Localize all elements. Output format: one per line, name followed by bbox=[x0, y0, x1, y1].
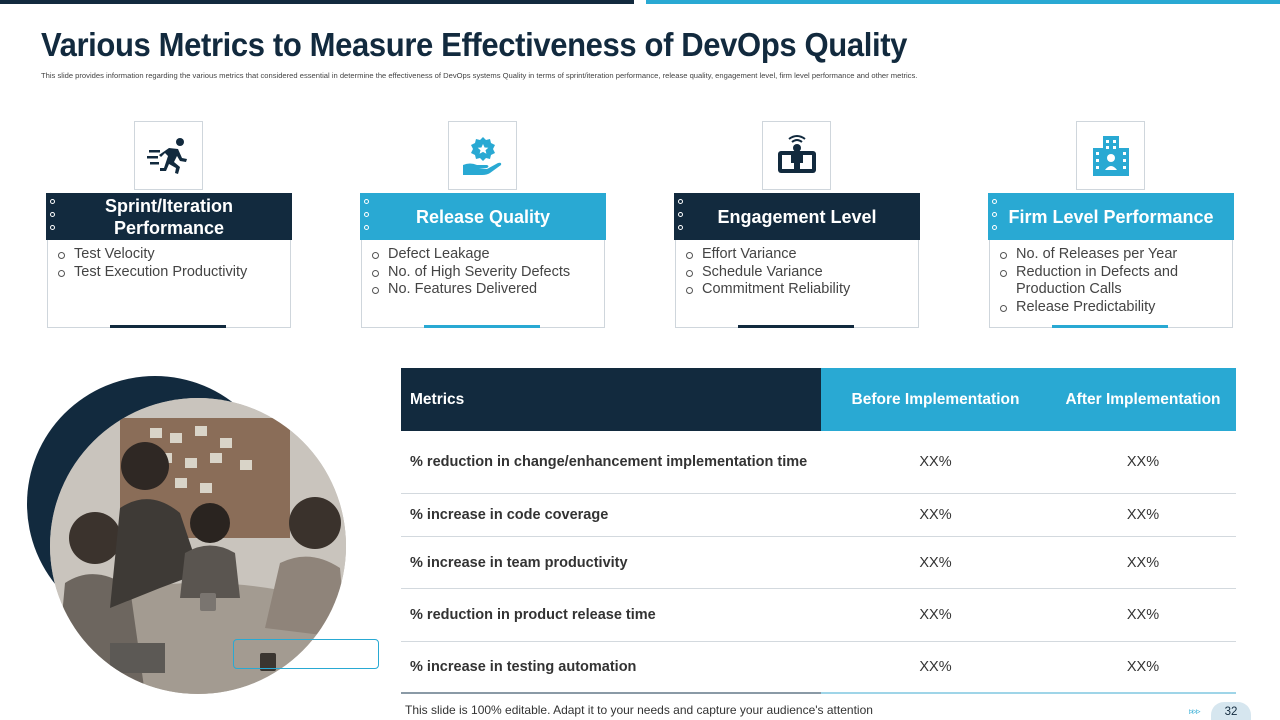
icon-frame bbox=[448, 121, 517, 190]
card-list-item: No. of Releases per Year bbox=[998, 246, 1224, 264]
metric-cell: % reduction in change/enhancement implem… bbox=[410, 454, 808, 470]
before-cell: XX% bbox=[919, 454, 952, 470]
after-cell: XX% bbox=[1126, 659, 1160, 675]
running-person-icon bbox=[146, 137, 187, 174]
footer-note: This slide is 100% editable. Adapt it to… bbox=[405, 703, 873, 717]
table-bottom-line-light bbox=[821, 692, 1236, 694]
before-cell: XX% bbox=[919, 507, 952, 523]
card-underline bbox=[424, 325, 540, 328]
card-list-item: Test Execution Productivity bbox=[56, 264, 282, 282]
bullet-dots bbox=[50, 199, 55, 230]
card-list-item: Effort Variance bbox=[684, 246, 910, 264]
card-title: Sprint/Iteration Performance bbox=[104, 195, 233, 238]
card-body: Effort Variance Schedule Variance Commit… bbox=[675, 240, 919, 328]
after-cell: XX% bbox=[1126, 454, 1160, 470]
forward-arrows-icon[interactable]: ▹▹▹ bbox=[1189, 706, 1201, 717]
table-row: % increase in code coverage XX% XX% bbox=[401, 494, 1236, 537]
table-bottom-line-dark bbox=[401, 692, 821, 694]
card-title: Firm Level Performance bbox=[1008, 206, 1214, 227]
card-list-item: Defect Leakage bbox=[370, 246, 596, 264]
card-body: No. of Releases per Year Reduction in De… bbox=[989, 240, 1233, 328]
building-icon bbox=[1092, 135, 1129, 176]
metric-cell: % increase in testing automation bbox=[410, 659, 637, 675]
card-list-item: Schedule Variance bbox=[684, 264, 910, 282]
icon-frame bbox=[762, 121, 831, 190]
card-header: Engagement Level bbox=[674, 193, 920, 240]
table-row: % reduction in product release time XX% … bbox=[401, 589, 1236, 642]
top-accent-bar-light bbox=[646, 0, 1280, 4]
metric-card-firm: Firm Level Performance No. of Releases p… bbox=[988, 121, 1234, 329]
card-list-item: Commitment Reliability bbox=[684, 281, 910, 299]
card-list-item: Test Velocity bbox=[56, 246, 282, 264]
icon-frame bbox=[1076, 121, 1145, 190]
hand-badge-icon bbox=[462, 136, 501, 175]
bullet-dots bbox=[992, 199, 997, 230]
person-device-icon bbox=[777, 134, 816, 173]
card-title: Engagement Level bbox=[717, 206, 877, 227]
column-header-metrics: Metrics bbox=[401, 368, 821, 431]
card-list-item: Reduction in Defects and Production Call… bbox=[998, 264, 1224, 299]
card-list-item: Release Predictability bbox=[998, 299, 1224, 317]
bullet-dots bbox=[364, 199, 369, 230]
table-row: % increase in team productivity XX% XX% bbox=[401, 537, 1236, 589]
table-row: % increase in testing automation XX% XX% bbox=[401, 642, 1236, 692]
before-cell: XX% bbox=[919, 607, 952, 623]
after-cell: XX% bbox=[1126, 607, 1160, 623]
card-header: Firm Level Performance bbox=[988, 193, 1234, 240]
after-cell: XX% bbox=[1126, 507, 1160, 523]
card-underline bbox=[1052, 325, 1168, 328]
metric-card-engagement: Engagement Level Effort Variance Schedul… bbox=[674, 121, 920, 329]
metric-cell: % increase in code coverage bbox=[410, 507, 609, 523]
card-body: Defect Leakage No. of High Severity Defe… bbox=[361, 240, 605, 328]
card-list-item: No. Features Delivered bbox=[370, 281, 596, 299]
metric-cell: % increase in team productivity bbox=[410, 554, 628, 571]
slide-title: Various Metrics to Measure Effectiveness… bbox=[41, 26, 908, 63]
metric-card-sprint: Sprint/Iteration Performance Test Veloci… bbox=[46, 121, 292, 329]
column-header-after: After Implementation bbox=[1050, 368, 1236, 431]
metric-card-release: Release Quality Defect Leakage No. of Hi… bbox=[360, 121, 606, 329]
decorative-outline-box bbox=[233, 639, 379, 669]
metric-cell: % reduction in product release time bbox=[410, 607, 656, 623]
card-header: Release Quality bbox=[360, 193, 606, 240]
metrics-table: Metrics Before Implementation After Impl… bbox=[401, 368, 1236, 692]
table-header: Metrics Before Implementation After Impl… bbox=[401, 368, 1236, 431]
slide-subtitle: This slide provides information regardin… bbox=[41, 71, 918, 80]
card-header: Sprint/Iteration Performance bbox=[46, 193, 292, 240]
top-accent-bar-dark bbox=[0, 0, 634, 4]
bullet-dots bbox=[678, 199, 683, 230]
card-title: Release Quality bbox=[415, 206, 551, 227]
table-row: % reduction in change/enhancement implem… bbox=[401, 431, 1236, 494]
before-cell: XX% bbox=[919, 659, 952, 675]
after-cell: XX% bbox=[1126, 554, 1160, 571]
card-underline bbox=[110, 325, 226, 328]
before-cell: XX% bbox=[919, 554, 952, 571]
card-list-item: No. of High Severity Defects bbox=[370, 264, 596, 282]
page-number: 32 bbox=[1211, 702, 1251, 720]
card-body: Test Velocity Test Execution Productivit… bbox=[47, 240, 291, 328]
icon-frame bbox=[134, 121, 203, 190]
column-header-before: Before Implementation bbox=[821, 368, 1050, 431]
card-underline bbox=[738, 325, 854, 328]
